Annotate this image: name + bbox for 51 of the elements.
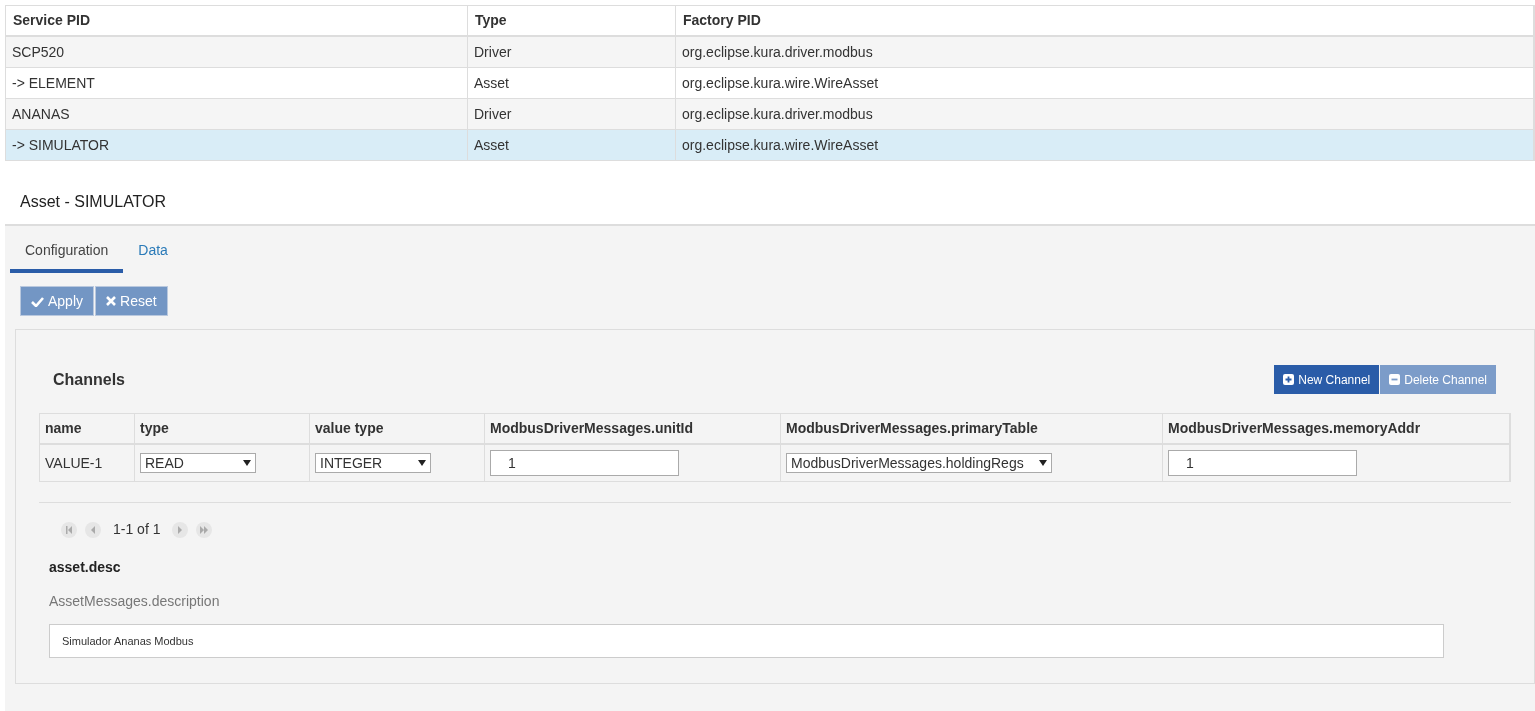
column-header: value type xyxy=(310,414,485,443)
asset-title: Asset - SIMULATOR xyxy=(19,192,168,212)
column-header: Factory PID xyxy=(676,6,1534,35)
column-header: ModbusDriverMessages.memoryAddr xyxy=(1163,414,1510,443)
field-label: asset.desc xyxy=(48,558,122,577)
column-header: Type xyxy=(468,6,676,35)
tab[interactable]: Configuration xyxy=(10,231,124,273)
section-title: Channels xyxy=(53,369,125,390)
channel-button[interactable]: New Channel xyxy=(1274,365,1380,394)
column-header: Service PID xyxy=(6,6,468,35)
previous-page-icon[interactable] xyxy=(85,521,101,538)
last-page-icon[interactable] xyxy=(196,521,213,538)
input-field[interactable]: Simulador Ananas Modbus xyxy=(49,624,1444,658)
table-cell: ANANAS xyxy=(6,99,468,129)
table-cell: -> ELEMENT xyxy=(6,68,468,98)
table-cell: org.eclipse.kura.wire.WireAsset xyxy=(676,130,1534,160)
column-header: name xyxy=(40,414,135,443)
table-cell: org.eclipse.kura.driver.modbus xyxy=(676,37,1534,67)
column-header: ModbusDriverMessages.unitId xyxy=(485,414,781,443)
table-cell-text: VALUE-1 xyxy=(45,453,103,473)
check-icon xyxy=(31,295,44,307)
first-page-icon[interactable] xyxy=(61,521,77,538)
close-icon xyxy=(106,296,117,306)
table-cell: -> SIMULATOR xyxy=(6,130,468,160)
table-cell: SCP520 xyxy=(6,37,468,67)
table-cell: Driver xyxy=(468,37,676,67)
page-indicator: 1-1 of 1 xyxy=(112,520,162,539)
input-field[interactable]: 1 xyxy=(1168,450,1357,476)
table-row[interactable]: ANANAS Driver org.eclipse.kura.driver.modbus xyxy=(5,99,1535,130)
table-cell: Asset xyxy=(468,130,676,160)
tab[interactable]: Data xyxy=(123,231,183,273)
dropdown[interactable]: ModbusDriverMessages.holdingRegs xyxy=(786,453,1052,473)
column-header: ModbusDriverMessages.primaryTable xyxy=(781,414,1163,443)
table-row[interactable]: -> SIMULATOR Asset org.eclipse.kura.wire.WireAsset xyxy=(5,130,1535,161)
dropdown[interactable]: READ xyxy=(140,453,256,473)
table-row[interactable]: -> ELEMENT Asset org.eclipse.kura.wire.WireAsset xyxy=(5,68,1535,99)
next-page-icon[interactable] xyxy=(172,521,189,538)
table-cell: org.eclipse.kura.driver.modbus xyxy=(676,99,1534,129)
table-cell: Driver xyxy=(468,99,676,129)
field-description: AssetMessages.description xyxy=(48,592,221,611)
input-field[interactable]: 1 xyxy=(490,450,679,476)
dropdown[interactable]: INTEGER xyxy=(315,453,431,473)
table-cell: org.eclipse.kura.wire.WireAsset xyxy=(676,68,1534,98)
table-cell: Asset xyxy=(468,68,676,98)
plus-square-icon xyxy=(1283,374,1295,385)
caret-icon xyxy=(418,460,426,466)
caret-icon xyxy=(243,460,251,466)
caret-icon xyxy=(1039,460,1047,466)
column-header: type xyxy=(135,414,310,443)
minus-square-icon xyxy=(1389,374,1401,385)
table-row[interactable]: SCP520 Driver org.eclipse.kura.driver.modbus xyxy=(5,37,1535,68)
